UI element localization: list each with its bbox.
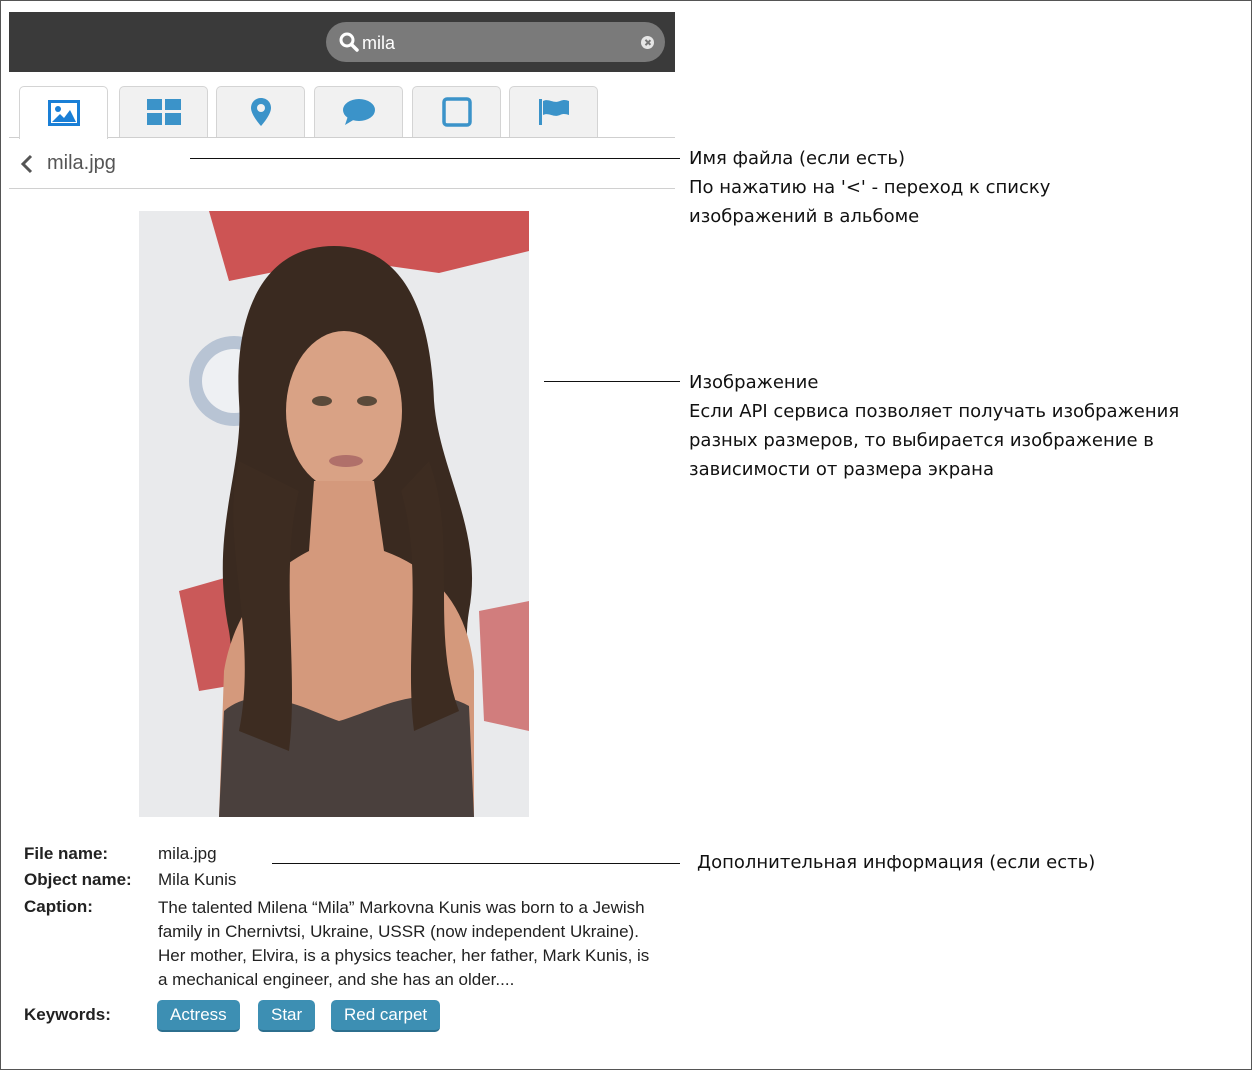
annotation-image: Изображение Если API сервиса позволяет п… bbox=[689, 368, 1179, 484]
image-icon bbox=[47, 100, 80, 126]
breadcrumb: mila.jpg bbox=[9, 140, 675, 189]
search-input[interactable] bbox=[360, 30, 634, 56]
keyword-tag[interactable]: Actress bbox=[157, 1000, 240, 1032]
caption-text: The talented Milena “Mila” Markovna Kuni… bbox=[158, 898, 650, 989]
annotation-line-info bbox=[272, 863, 680, 864]
annotation-line-filename bbox=[190, 158, 680, 159]
annotation-text: Дополнительная информация (если есть) bbox=[697, 852, 1096, 873]
search-icon bbox=[339, 32, 359, 52]
tab-flag[interactable] bbox=[509, 86, 598, 137]
grid-icon bbox=[146, 99, 181, 125]
annotation-text: зависимости от размера экрана bbox=[689, 459, 994, 480]
clear-search-icon[interactable] bbox=[641, 36, 654, 49]
flag-icon bbox=[538, 99, 569, 125]
object-name-label: Object name: bbox=[24, 870, 132, 889]
tab-location[interactable] bbox=[216, 86, 305, 137]
annotation-text: изображений в альбоме bbox=[689, 206, 920, 227]
tab-comments[interactable] bbox=[314, 86, 403, 137]
tab-grid[interactable] bbox=[119, 86, 208, 137]
square-icon bbox=[441, 97, 472, 127]
annotation-text: Имя файла (если есть) bbox=[689, 148, 905, 169]
tab-frame[interactable] bbox=[412, 86, 501, 137]
annotation-line-image bbox=[544, 381, 680, 382]
file-name-label: File name: bbox=[24, 844, 109, 863]
portrait-image bbox=[139, 211, 529, 817]
top-bar bbox=[9, 12, 675, 72]
annotation-info: Дополнительная информация (если есть) bbox=[697, 848, 1095, 877]
search-box[interactable] bbox=[326, 22, 665, 62]
caption-label: Caption: bbox=[24, 897, 93, 916]
breadcrumb-file-name: mila.jpg bbox=[47, 152, 116, 174]
annotation-filename: Имя файла (если есть) По нажатию на '<' … bbox=[689, 144, 1050, 231]
keywords-label: Keywords: bbox=[24, 1005, 111, 1024]
annotation-text: Изображение bbox=[689, 372, 819, 393]
main-photo bbox=[139, 211, 529, 817]
comment-icon bbox=[342, 99, 375, 125]
annotation-text: разных размеров, то выбирается изображен… bbox=[689, 430, 1154, 451]
object-name-value: Mila Kunis bbox=[158, 870, 237, 889]
annotation-text: По нажатию на '<' - переход к списку bbox=[689, 177, 1051, 198]
view-tabs bbox=[9, 86, 675, 139]
keyword-tag[interactable]: Star bbox=[258, 1000, 316, 1032]
annotation-text: Если API сервиса позволяет получать изоб… bbox=[689, 401, 1180, 422]
chevron-left-icon[interactable] bbox=[17, 153, 37, 175]
file-name-value: mila.jpg bbox=[158, 844, 217, 863]
keyword-tag[interactable]: Red carpet bbox=[331, 1000, 441, 1032]
tab-image[interactable] bbox=[19, 86, 108, 139]
location-pin-icon bbox=[250, 98, 271, 126]
